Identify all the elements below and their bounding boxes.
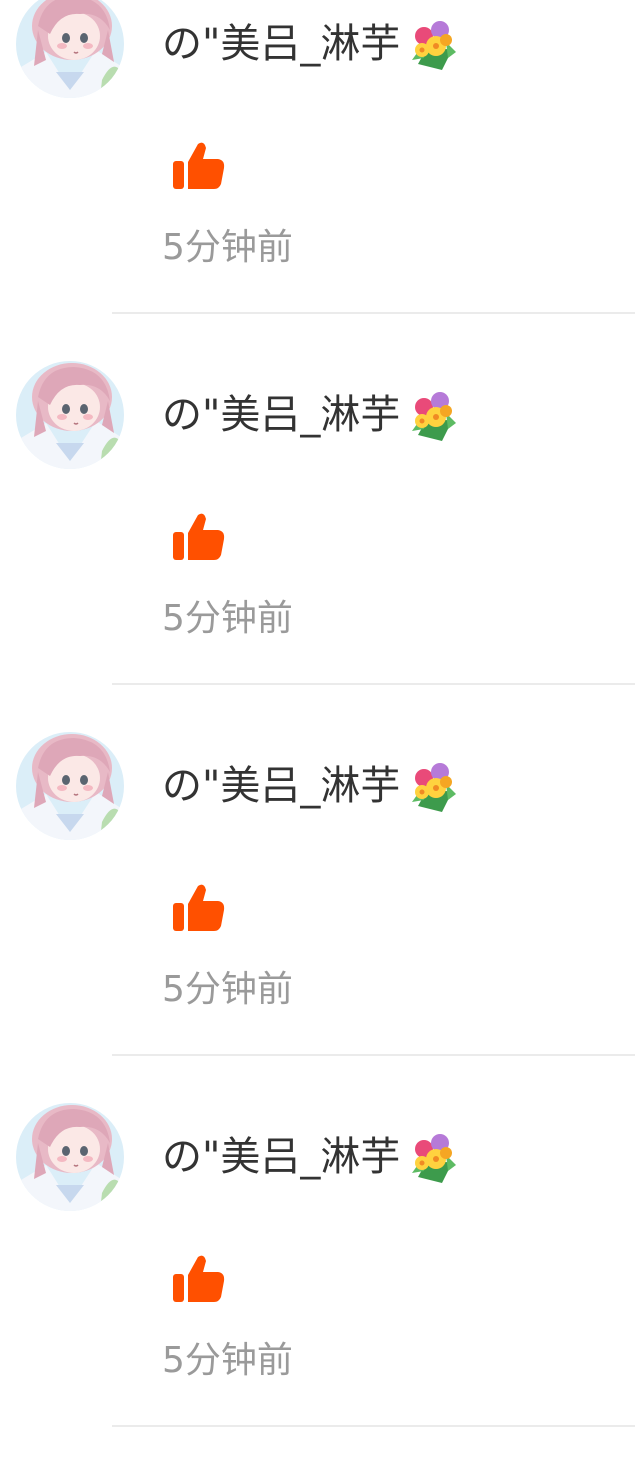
avatar[interactable]: [16, 1103, 124, 1211]
user-name-text: の"美吕_淋芋: [162, 21, 401, 67]
thumbs-up-icon: [170, 138, 228, 196]
divider: [112, 683, 635, 685]
flower-bouquet-icon: [402, 16, 458, 72]
user-name[interactable]: の"美吕_淋芋: [162, 387, 458, 443]
timestamp: 5分钟前: [162, 1340, 293, 1381]
divider: [112, 1054, 635, 1056]
user-name[interactable]: の"美吕_淋芋: [162, 758, 458, 814]
divider: [112, 1425, 635, 1427]
user-name-text: の"美吕_淋芋: [162, 392, 401, 438]
thumbs-up-icon: [170, 1251, 228, 1309]
timestamp: 5分钟前: [162, 598, 293, 639]
thumbs-up-icon: [170, 509, 228, 567]
like-notification-list: の"美吕_淋芋 5分钟前 の"美吕_淋芋 5分钟前 の"美吕_淋芋 5分钟前 の…: [0, 0, 635, 1474]
flower-bouquet-icon: [402, 387, 458, 443]
avatar[interactable]: [16, 0, 124, 98]
timestamp: 5分钟前: [162, 969, 293, 1010]
list-item[interactable]: の"美吕_淋芋 5分钟前: [0, 361, 635, 732]
flower-bouquet-icon: [402, 758, 458, 814]
list-item[interactable]: の"美吕_淋芋 5分钟前: [0, 0, 635, 361]
avatar[interactable]: [16, 361, 124, 469]
divider: [112, 312, 635, 314]
user-name-text: の"美吕_淋芋: [162, 1134, 401, 1180]
list-item[interactable]: の"美吕_淋芋 5分钟前: [0, 1103, 635, 1474]
user-name-text: の"美吕_淋芋: [162, 763, 401, 809]
timestamp: 5分钟前: [162, 227, 293, 268]
user-name[interactable]: の"美吕_淋芋: [162, 16, 458, 72]
thumbs-up-icon: [170, 880, 228, 938]
user-name[interactable]: の"美吕_淋芋: [162, 1129, 458, 1185]
flower-bouquet-icon: [402, 1129, 458, 1185]
list-item[interactable]: の"美吕_淋芋 5分钟前: [0, 732, 635, 1103]
avatar[interactable]: [16, 732, 124, 840]
